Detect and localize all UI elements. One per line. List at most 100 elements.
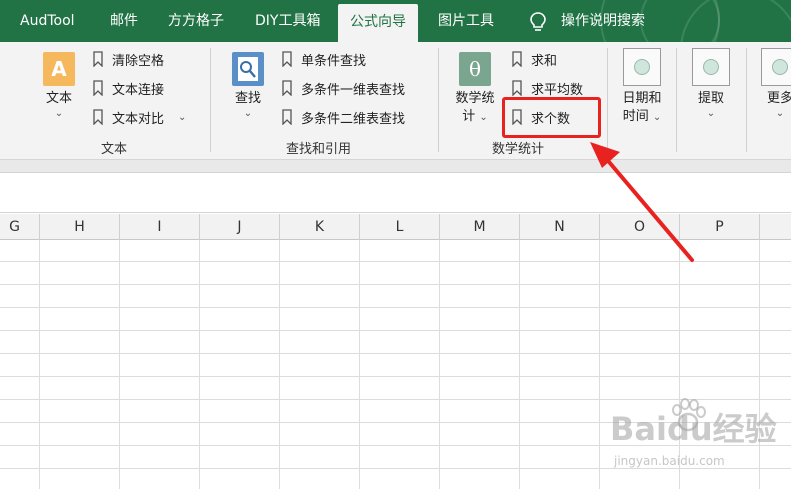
grid-line [359,240,360,489]
column-header-l[interactable]: L [360,214,440,240]
average-label: 求平均数 [531,82,584,98]
single-condition-lookup-button[interactable]: 单条件查找 [281,48,366,70]
math-button-label-line2-text: 计 [462,109,476,124]
watermark-url: jingyan.baidu.com [614,454,725,468]
bookmark-icon [282,80,292,96]
math-group-label: 数学统计 [492,142,545,157]
date-time-icon [623,48,661,86]
date-time-dropdown-button[interactable]: 日期和 时间 ⌄ [614,48,670,127]
grid-line [0,353,791,354]
column-header-p[interactable]: P [680,214,760,240]
column-header-n[interactable]: N [520,214,600,240]
clear-spaces-button[interactable]: 清除空格 [92,48,164,70]
chevron-down-icon: ⌄ [479,112,488,123]
grid-line [0,330,791,331]
text-compare-button[interactable]: 文本对比 ⌄ [92,106,186,128]
average-button[interactable]: 求平均数 [511,77,583,99]
highlight-box [502,97,601,138]
column-header-o[interactable]: O [600,214,680,240]
text-button-label: 文本 [45,91,72,106]
bookmark-icon [512,80,522,96]
clear-spaces-label: 清除空格 [112,53,165,69]
lookup-group-label: 查找和引用 [286,142,352,157]
grid-line [519,240,520,489]
baidu-watermark: Baidu经验 jingyan.baidu.com [588,398,788,485]
grid-line [279,240,280,489]
grid-line [199,240,200,489]
column-header-m[interactable]: M [440,214,520,240]
text-compare-label: 文本对比 [112,111,165,127]
tab-picture-tools[interactable]: 图片工具 [438,0,494,42]
lookup-dropdown-button[interactable]: 查找 ⌄ [224,52,272,120]
single-condition-lookup-label: 单条件查找 [301,53,367,69]
watermark-brand: Baidu经验 [610,410,777,448]
more-dropdown-button[interactable]: 更多 ⌄ [756,48,791,120]
column-header-row: G H I J K L M N O P [0,214,791,240]
group-divider [676,48,677,152]
bookmark-icon [512,51,522,67]
text-dropdown-button[interactable]: A 文本 ⌄ [34,52,84,120]
grid-line [0,261,791,262]
excel-window: AudTool 邮件 方方格子 DIY工具箱 公式向导 图片工具 操作说明搜索 … [0,0,791,489]
multi-condition-2d-lookup-label: 多条件二维表查找 [301,111,406,127]
bookmark-icon [282,109,292,125]
chevron-down-icon: ⌄ [54,108,64,119]
column-header-i[interactable]: I [120,214,200,240]
ribbon-tab-bar: AudTool 邮件 方方格子 DIY工具箱 公式向导 图片工具 操作说明搜索 [0,0,791,42]
grid-line [439,240,440,489]
lightbulb-icon [530,12,546,31]
more-label: 更多 [766,91,791,106]
column-header-k[interactable]: K [280,214,360,240]
more-icon [761,48,791,86]
ribbon-collapse-strip [0,160,791,173]
bookmark-icon [93,109,103,125]
chevron-down-icon: ⌄ [652,112,662,123]
grid-line [0,376,791,377]
date-time-label-line2-text: 时间 [622,109,649,124]
group-divider [746,48,747,152]
ribbon-panel: A 文本 ⌄ 清除空格 文本连接 文本对比 ⌄ 文本 查找 ⌄ 单条件查找 多条… [0,42,791,160]
extract-icon [692,48,730,86]
bookmark-icon [93,80,103,96]
text-group-label: 文本 [101,142,128,157]
tell-me-search[interactable]: 操作说明搜索 [561,0,645,42]
tab-fangfang[interactable]: 方方格子 [168,0,224,42]
theta-icon: θ [459,52,491,86]
group-divider [438,48,439,152]
tab-mail[interactable]: 邮件 [110,0,138,42]
extract-dropdown-button[interactable]: 提取 ⌄ [686,48,736,120]
bookmark-icon [93,51,103,67]
multi-condition-1d-lookup-button[interactable]: 多条件一维表查找 [281,77,405,99]
formula-bar[interactable] [0,173,791,213]
bookmark-icon [282,51,292,67]
multi-condition-1d-lookup-label: 多条件一维表查找 [301,82,406,98]
text-join-button[interactable]: 文本连接 [92,77,164,99]
date-time-label-line1: 日期和 [622,91,662,106]
extract-label: 提取 [697,91,724,106]
date-time-label-line2: 时间 ⌄ [614,108,670,127]
column-header-g[interactable]: G [0,214,40,240]
letter-a-icon: A [43,52,75,86]
column-header-h[interactable]: H [40,214,120,240]
sum-label: 求和 [531,53,558,69]
multi-condition-2d-lookup-button[interactable]: 多条件二维表查找 [281,106,405,128]
chevron-down-icon: ⌄ [243,108,253,119]
math-stats-dropdown-button[interactable]: θ 数学统 计 ⌄ [446,52,504,127]
lookup-button-label: 查找 [234,91,261,106]
sum-button[interactable]: 求和 [511,48,557,70]
tab-audtool[interactable]: AudTool [20,0,75,42]
tab-diy-toolbox[interactable]: DIY工具箱 [255,0,320,42]
chevron-down-icon: ⌄ [775,108,785,119]
tab-formula-wizard[interactable]: 公式向导 [338,4,418,42]
grid-line [0,307,791,308]
magnifier-icon [232,52,264,86]
grid-line [0,284,791,285]
grid-line [119,240,120,489]
math-button-label-line2: 计 ⌄ [446,108,504,127]
column-header-j[interactable]: J [200,214,280,240]
grid-line [39,240,40,489]
chevron-down-icon: ⌄ [706,108,716,119]
math-button-label-line1: 数学统 [455,91,495,106]
text-join-label: 文本连接 [112,82,165,98]
group-divider [210,48,211,152]
